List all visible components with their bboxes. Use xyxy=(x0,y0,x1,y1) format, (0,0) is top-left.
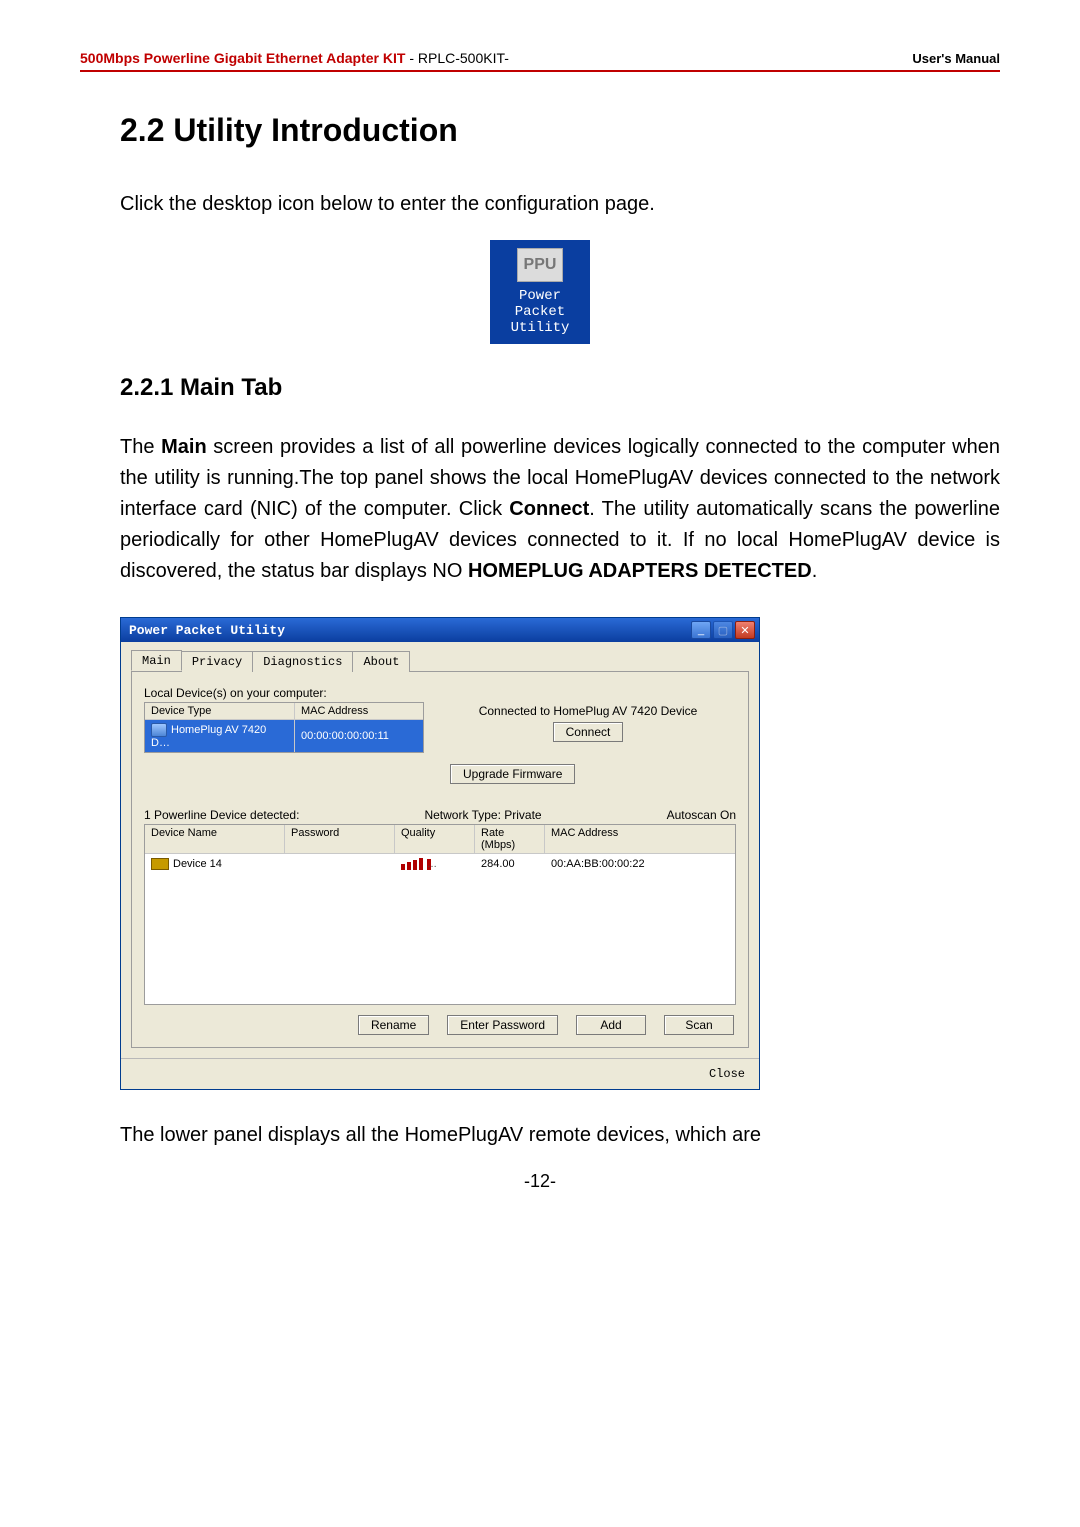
doc-header-right: User's Manual xyxy=(912,51,1000,66)
local-devices-table[interactable]: Device Type MAC Address HomePlug AV 7420… xyxy=(144,702,424,753)
section-title: 2.2 Utility Introduction xyxy=(120,112,1000,149)
document-header: 500Mbps Powerline Gigabit Ethernet Adapt… xyxy=(80,50,1000,70)
window-controls: _ ▢ ✕ xyxy=(691,621,755,639)
cell-rate: 284.00 xyxy=(475,854,545,874)
header-sep: - xyxy=(409,50,414,66)
trailing-paragraph: The lower panel displays all the HomePlu… xyxy=(120,1120,1000,1151)
network-devices-table[interactable]: Device Name Password Quality Rate (Mbps)… xyxy=(144,824,736,1005)
col-mac-address: MAC Address xyxy=(545,825,735,853)
icon-line2: Packet xyxy=(490,304,590,320)
connected-status: Connected to HomePlug AV 7420 Device xyxy=(440,704,736,718)
cell-device-name: Device 14 xyxy=(145,854,285,874)
tab-privacy[interactable]: Privacy xyxy=(181,651,253,672)
desktop-icon-wrap: PPU Power Packet Utility xyxy=(80,240,1000,344)
table-row[interactable]: Device 14 … 284.00 00:AA:BB:00:00:22 xyxy=(145,854,735,874)
scan-button[interactable]: Scan xyxy=(664,1015,734,1035)
detected-count: 1 Powerline Device detected: xyxy=(144,808,299,822)
window-footer: Close xyxy=(121,1058,759,1089)
doc-header-left: 500Mbps Powerline Gigabit Ethernet Adapt… xyxy=(80,50,509,66)
local-table-header: Device Type MAC Address xyxy=(145,703,423,720)
connect-button[interactable]: Connect xyxy=(553,722,624,742)
autoscan-status: Autoscan On xyxy=(667,808,736,822)
device-icon xyxy=(151,858,169,870)
cell-password xyxy=(285,854,395,874)
ppu-icon: PPU xyxy=(517,248,563,282)
enter-password-button[interactable]: Enter Password xyxy=(447,1015,558,1035)
icon-line1: Power xyxy=(490,288,590,304)
table-empty-space xyxy=(145,874,735,1004)
cell-quality: … xyxy=(395,854,475,874)
icon-line3: Utility xyxy=(490,320,590,336)
app-window: Power Packet Utility _ ▢ ✕ Main Privacy … xyxy=(120,617,760,1090)
tab-about[interactable]: About xyxy=(352,651,410,672)
subsection-title: 2.2.1 Main Tab xyxy=(120,374,1000,402)
cell-device-type: HomePlug AV 7420 D… xyxy=(145,720,295,752)
window-body: Main Privacy Diagnostics About Local Dev… xyxy=(121,642,759,1058)
col-device-name: Device Name xyxy=(145,825,285,853)
tab-diagnostics[interactable]: Diagnostics xyxy=(252,651,353,672)
add-button[interactable]: Add xyxy=(576,1015,646,1035)
local-table-row[interactable]: HomePlug AV 7420 D… 00:00:00:00:00:11 xyxy=(145,720,423,752)
cell-mac: 00:AA:BB:00:00:22 xyxy=(545,854,735,874)
network-status-line: 1 Powerline Device detected: Network Typ… xyxy=(144,808,736,822)
local-right-column: Connected to HomePlug AV 7420 Device Con… xyxy=(440,702,736,788)
col-rate: Rate (Mbps) xyxy=(475,825,545,853)
desktop-icon[interactable]: PPU Power Packet Utility xyxy=(490,240,590,344)
tab-main[interactable]: Main xyxy=(131,650,182,671)
product-name: 500Mbps Powerline Gigabit Ethernet Adapt… xyxy=(80,50,405,66)
local-devices-label: Local Device(s) on your computer: xyxy=(144,686,736,700)
product-model: RPLC-500KIT- xyxy=(418,50,509,66)
net-table-header: Device Name Password Quality Rate (Mbps)… xyxy=(145,825,735,854)
col-device-type: Device Type xyxy=(145,703,295,719)
col-quality: Quality xyxy=(395,825,475,853)
network-type: Network Type: Private xyxy=(424,808,541,822)
header-divider xyxy=(80,70,1000,72)
footer-close-link[interactable]: Close xyxy=(709,1067,745,1081)
adapter-icon xyxy=(151,723,167,737)
col-mac: MAC Address xyxy=(295,703,374,719)
minimize-button[interactable]: _ xyxy=(691,621,711,639)
para-part: The xyxy=(120,436,161,458)
subsection-paragraph: The Main screen provides a list of all p… xyxy=(120,432,1000,587)
bottom-button-row: Rename Enter Password Add Scan xyxy=(144,1015,736,1035)
close-button[interactable]: ✕ xyxy=(735,621,755,639)
col-password: Password xyxy=(285,825,395,853)
cell-device-type-text: HomePlug AV 7420 D… xyxy=(151,724,266,749)
upgrade-firmware-button[interactable]: Upgrade Firmware xyxy=(450,764,575,784)
main-tab-panel: Local Device(s) on your computer: Device… xyxy=(131,672,749,1048)
rename-button[interactable]: Rename xyxy=(358,1015,429,1035)
para-part: . xyxy=(812,560,818,582)
para-main-bold: Main xyxy=(161,436,207,458)
maximize-button[interactable]: ▢ xyxy=(713,621,733,639)
para-homeplug-bold: HOMEPLUG ADAPTERS DETECTED xyxy=(468,560,812,582)
page-number: -12- xyxy=(80,1171,1000,1192)
quality-bars-icon: … xyxy=(401,858,431,870)
para-connect-bold: Connect xyxy=(509,498,589,520)
cell-device-name-text: Device 14 xyxy=(173,858,222,870)
window-title: Power Packet Utility xyxy=(125,623,691,638)
cell-mac: 00:00:00:00:00:11 xyxy=(295,727,395,745)
tab-bar: Main Privacy Diagnostics About xyxy=(131,650,749,672)
titlebar[interactable]: Power Packet Utility _ ▢ ✕ xyxy=(121,618,759,642)
section-intro: Click the desktop icon below to enter th… xyxy=(120,189,1000,220)
